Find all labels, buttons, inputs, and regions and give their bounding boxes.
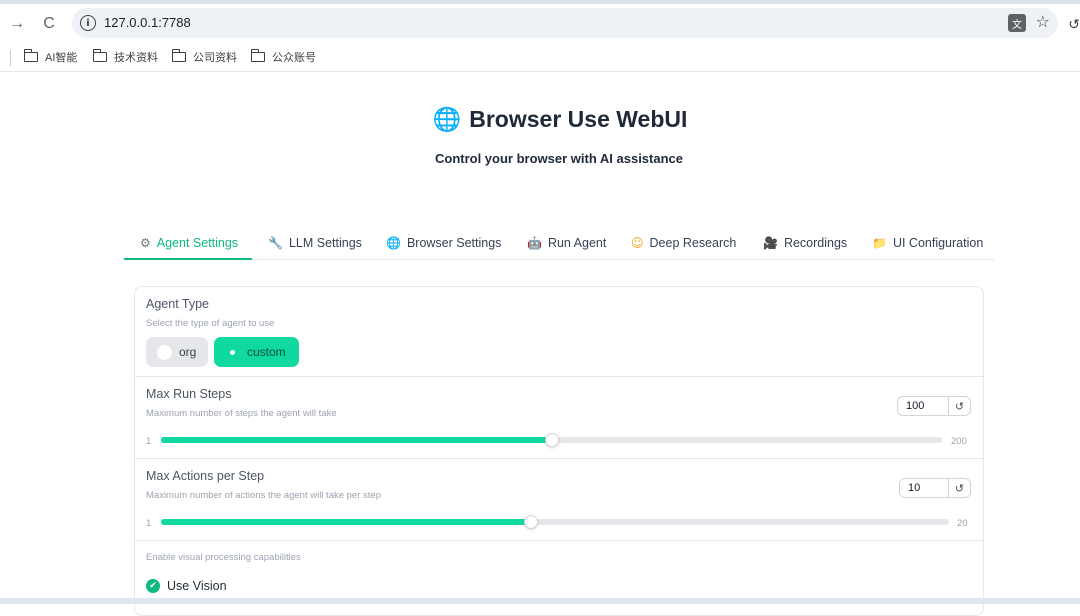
tab-recordings[interactable]: 🎥 Recordings bbox=[763, 236, 847, 250]
tab-label: Browser Settings bbox=[406, 236, 502, 250]
max-run-steps-label: Max Run Steps bbox=[146, 387, 232, 401]
max-actions-group: Max Actions per Step Maximum number of a… bbox=[135, 459, 983, 541]
extension-icon[interactable]: ↺ bbox=[1068, 16, 1080, 33]
max-run-steps-value: 100 bbox=[906, 400, 925, 412]
folder-icon bbox=[250, 49, 265, 62]
globe-icon: 🌐 bbox=[386, 236, 401, 250]
face-icon: ☺ bbox=[631, 236, 644, 250]
wrench-icon: 🔧 bbox=[268, 236, 283, 250]
radio-circle bbox=[157, 344, 172, 360]
use-vision-checkbox[interactable]: ✔ Use Vision bbox=[146, 579, 227, 593]
reset-icon[interactable]: ↺ bbox=[948, 479, 970, 497]
page-title: 🌐 Browser Use WebUI bbox=[0, 106, 1080, 133]
bookmark-star-icon[interactable]: ☆ bbox=[1036, 12, 1050, 32]
check-icon: ✔ bbox=[146, 579, 160, 593]
bookmark-label: AI智能 bbox=[45, 52, 78, 64]
bookmark-folder-tech[interactable]: 技术资料 bbox=[92, 49, 158, 65]
tab-label: Agent Settings bbox=[156, 236, 239, 250]
bookmark-folder-public[interactable]: 公众账号 bbox=[250, 49, 316, 65]
tab-agent-settings[interactable]: ⚙ Agent Settings bbox=[140, 236, 238, 250]
max-actions-value: 10 bbox=[908, 482, 921, 494]
forward-icon[interactable]: → bbox=[6, 13, 28, 35]
max-actions-info: Maximum number of actions the agent will… bbox=[146, 490, 381, 501]
agent-type-info: Select the type of agent to use bbox=[146, 318, 275, 329]
url-text[interactable]: 127.0.0.1:7788 bbox=[104, 15, 191, 30]
browser-toolbar: → C i 127.0.0.1:7788 文 ☆ ↺ bbox=[0, 4, 1080, 42]
agent-type-option-org[interactable]: org bbox=[146, 337, 208, 367]
reset-icon[interactable]: ↺ bbox=[948, 397, 970, 415]
slider-min: 1 bbox=[146, 518, 152, 529]
bookmark-label: 公司资料 bbox=[193, 52, 237, 64]
slider-max: 20 bbox=[957, 518, 968, 529]
vision-info: Enable visual processing capabilities bbox=[146, 552, 301, 563]
agent-type-option-custom[interactable]: custom bbox=[214, 337, 299, 367]
bookmarks-divider bbox=[10, 50, 11, 66]
tab-ui-configuration[interactable]: 📁 UI Configuration bbox=[872, 236, 983, 250]
tab-deep-research[interactable]: ☺ Deep Research bbox=[631, 236, 736, 250]
bookmark-label: 公众账号 bbox=[272, 52, 316, 64]
agent-settings-panel: Agent Type Select the type of agent to u… bbox=[134, 286, 984, 616]
radio-label: custom bbox=[247, 345, 286, 359]
folder-icon bbox=[171, 49, 186, 62]
browser-bottom-strip bbox=[0, 598, 1080, 604]
robot-icon: 🤖 bbox=[527, 236, 542, 250]
slider-min: 1 bbox=[146, 436, 152, 447]
max-actions-input[interactable]: 10 ↺ bbox=[899, 478, 971, 498]
slider-thumb[interactable] bbox=[544, 433, 559, 447]
active-tab-indicator bbox=[124, 258, 252, 260]
slider-thumb[interactable] bbox=[524, 515, 539, 529]
radio-label: org bbox=[179, 345, 197, 359]
page-title-text: Browser Use WebUI bbox=[469, 106, 688, 132]
tab-label: UI Configuration bbox=[892, 236, 984, 250]
tab-label: Deep Research bbox=[649, 236, 737, 250]
tab-run-agent[interactable]: 🤖 Run Agent bbox=[527, 236, 606, 250]
folder-icon: 📁 bbox=[872, 236, 887, 250]
radio-circle-selected bbox=[225, 345, 240, 360]
max-run-steps-input[interactable]: 100 ↺ bbox=[897, 396, 971, 416]
folder-icon bbox=[92, 49, 107, 62]
agent-type-label: Agent Type bbox=[146, 297, 210, 311]
slider-fill bbox=[161, 437, 552, 443]
agent-type-group: Agent Type Select the type of agent to u… bbox=[135, 287, 983, 377]
tab-llm-settings[interactable]: 🔧 LLM Settings bbox=[268, 236, 362, 250]
globe-icon: 🌐 bbox=[432, 107, 462, 133]
max-actions-label: Max Actions per Step bbox=[146, 469, 265, 483]
translate-icon[interactable]: 文 bbox=[1008, 14, 1026, 32]
site-info-icon[interactable]: i bbox=[80, 15, 96, 31]
address-bar[interactable]: i 127.0.0.1:7788 文 ☆ bbox=[72, 8, 1058, 38]
tab-label: Recordings bbox=[783, 236, 848, 250]
tab-browser-settings[interactable]: 🌐 Browser Settings bbox=[386, 236, 501, 250]
page-subtitle: Control your browser with AI assistance bbox=[434, 151, 683, 166]
max-run-steps-slider[interactable] bbox=[161, 433, 942, 447]
gear-icon: ⚙ bbox=[140, 236, 151, 250]
settings-tabs: ⚙ Agent Settings 🔧 LLM Settings 🌐 Browser S… bbox=[124, 230, 994, 260]
tab-label: LLM Settings bbox=[288, 236, 362, 250]
folder-icon bbox=[23, 49, 38, 62]
max-run-steps-group: Max Run Steps Maximum number of steps th… bbox=[135, 377, 983, 459]
bookmark-folder-company[interactable]: 公司资料 bbox=[171, 49, 237, 65]
tab-label: Run Agent bbox=[547, 236, 607, 250]
reload-icon[interactable]: C bbox=[38, 13, 60, 35]
bookmark-label: 技术资料 bbox=[114, 52, 158, 64]
camera-icon: 🎥 bbox=[763, 236, 778, 250]
use-vision-label: Use Vision bbox=[167, 579, 227, 593]
max-run-steps-info: Maximum number of steps the agent will t… bbox=[146, 408, 337, 419]
slider-fill bbox=[161, 519, 532, 525]
max-actions-slider[interactable] bbox=[161, 515, 949, 529]
slider-max: 200 bbox=[951, 436, 967, 447]
bookmarks-bar: AI智能 技术资料 公司资料 公众账号 bbox=[0, 42, 1080, 72]
bookmark-folder-ai[interactable]: AI智能 bbox=[23, 49, 78, 65]
